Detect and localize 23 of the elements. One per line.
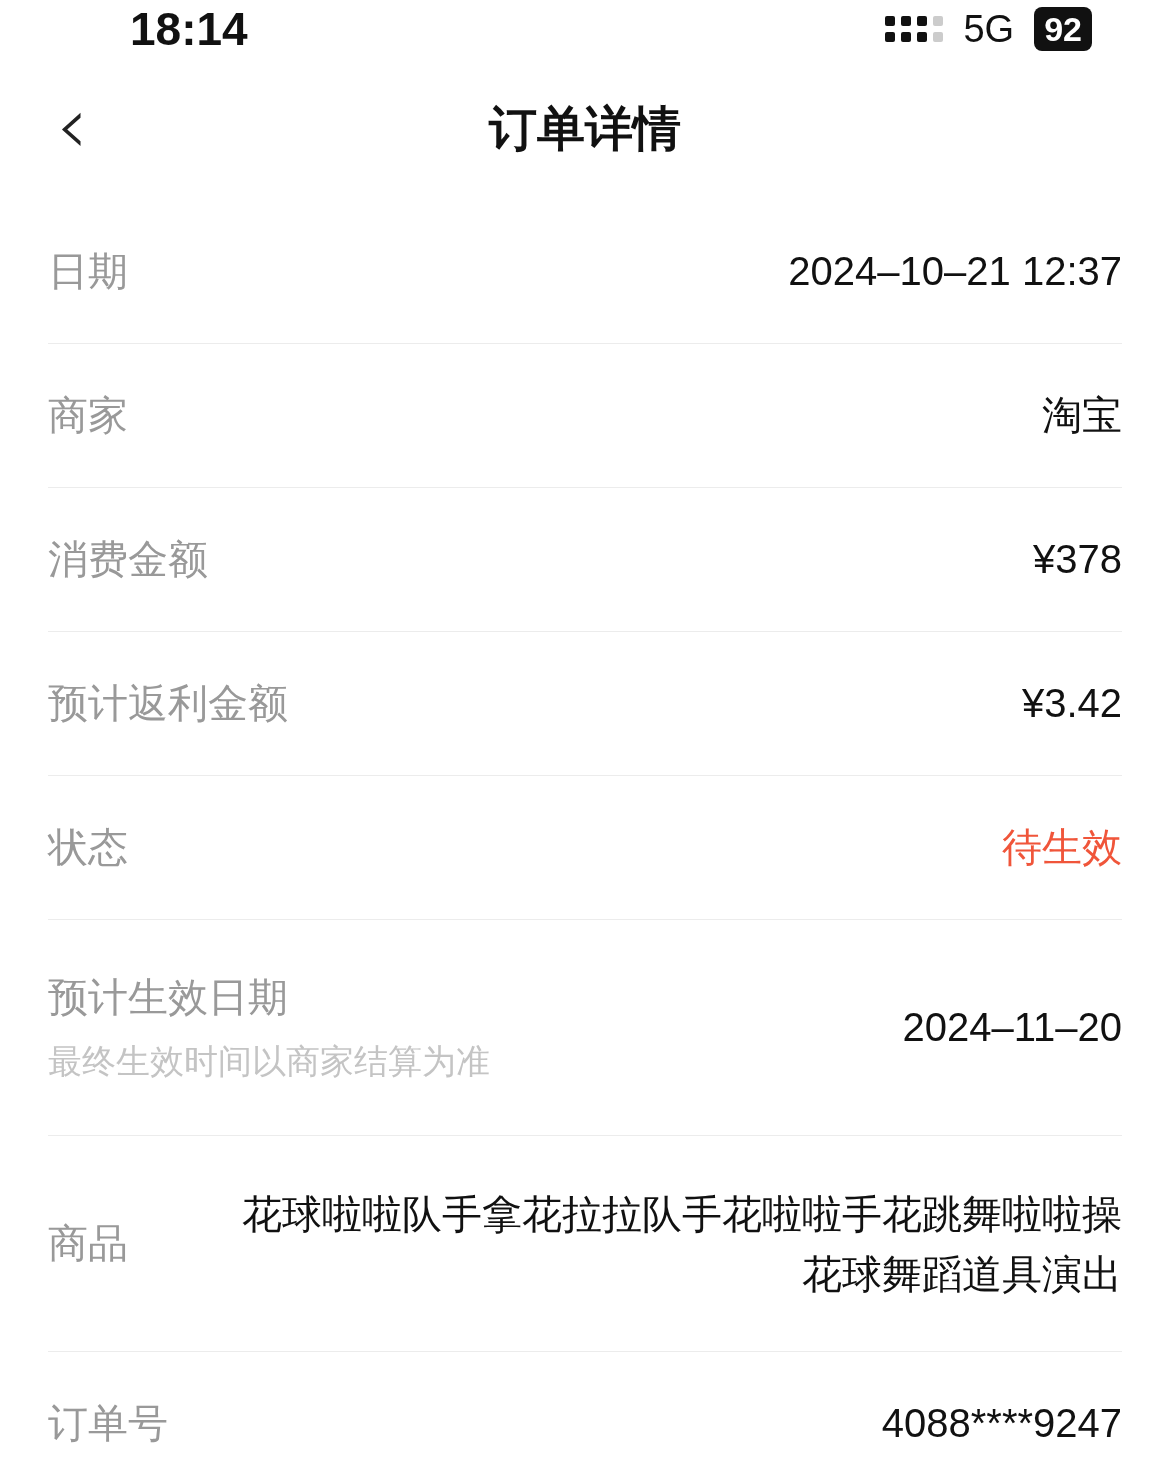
field-label: 状态: [48, 824, 128, 871]
field-label: 预计生效日期: [48, 974, 289, 1021]
field-value: 4088****9247: [881, 1401, 1122, 1446]
field-note: 最终生效时间以商家结算为准: [48, 1041, 490, 1082]
field-label: 日期: [48, 248, 128, 295]
field-label: 消费金额: [48, 536, 208, 583]
field-label: 商品: [48, 1220, 128, 1267]
field-label: 商家: [48, 392, 128, 439]
field-label: 订单号: [48, 1400, 168, 1447]
field-value: 2024–10–21 12:37: [788, 249, 1122, 294]
page-title: 订单详情: [489, 101, 681, 157]
field-value: ¥378: [1033, 537, 1122, 582]
field-label: 预计返利金额: [48, 680, 288, 727]
field-value: 花球啦啦队手拿花拉拉队手花啦啦手花跳舞啦啦操花球舞蹈道具演出: [241, 1190, 1122, 1298]
battery-indicator: 92: [1034, 7, 1092, 51]
status-time: 18:14: [130, 2, 248, 56]
back-button[interactable]: ‹: [50, 86, 94, 166]
signal-icon: [885, 16, 944, 42]
field-value: ¥3.42: [1021, 681, 1122, 726]
field-value: 2024–11–20: [902, 1005, 1122, 1050]
field-value: 待生效: [1002, 824, 1122, 871]
network-label: 5G: [963, 7, 1015, 51]
field-value: 淘宝: [1042, 392, 1122, 439]
